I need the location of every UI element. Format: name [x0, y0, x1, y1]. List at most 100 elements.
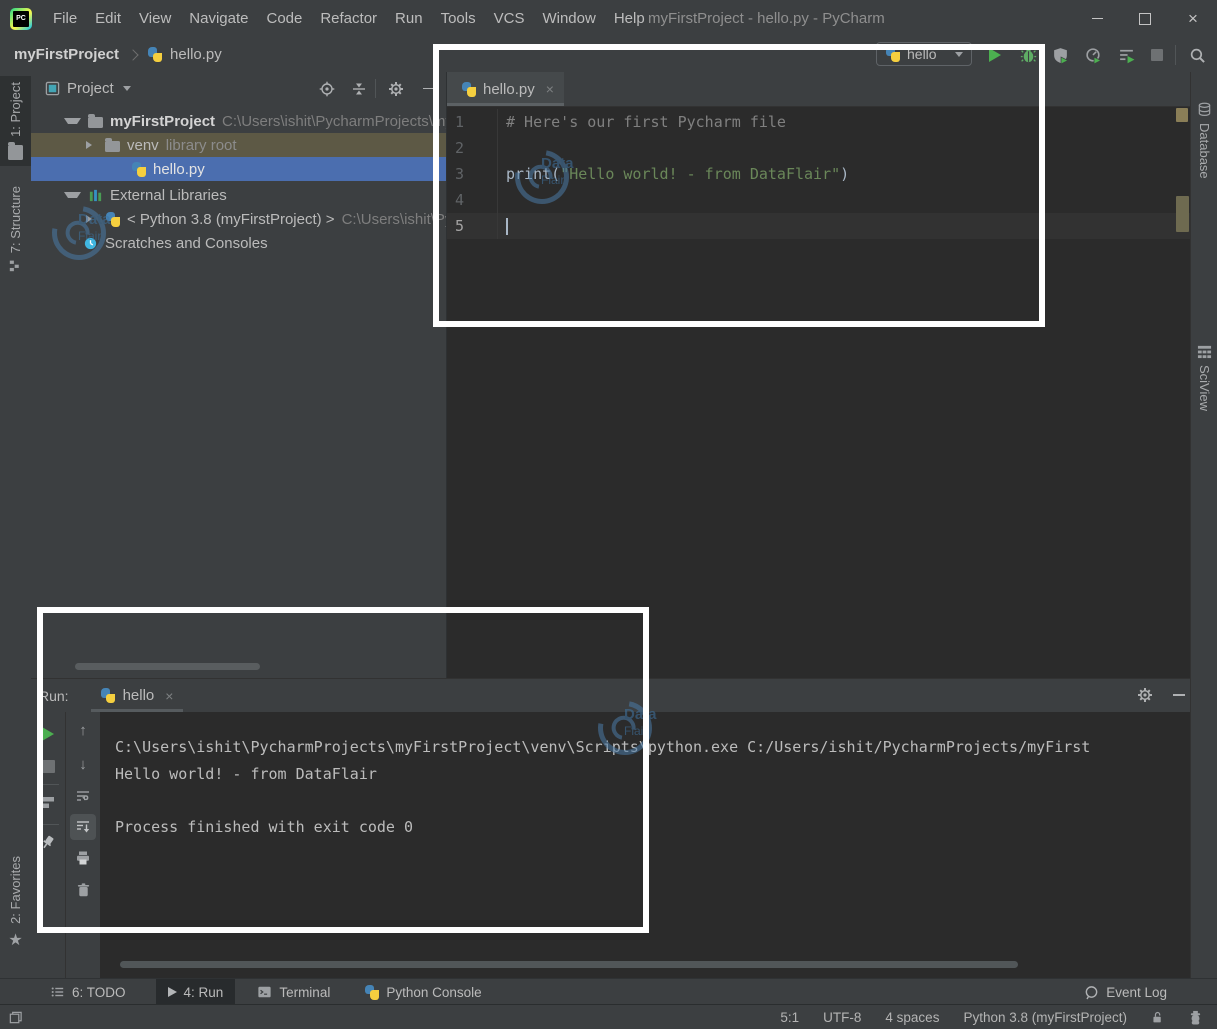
down-stack-trace-icon[interactable]: ↓ — [73, 754, 93, 774]
rerun-button[interactable] — [38, 724, 58, 744]
scroll-to-end-icon[interactable] — [70, 814, 96, 840]
bottom-tool-window-bar: 6: TODO 4: Run Terminal Python Console E… — [0, 978, 1217, 1005]
restore-layout-icon[interactable] — [38, 792, 58, 812]
chevron-expanded-icon[interactable] — [64, 118, 81, 124]
tool-window-toggle-icon[interactable] — [8, 1010, 23, 1025]
menu-window[interactable]: Window — [533, 0, 604, 37]
run-with-coverage-button[interactable] — [1051, 46, 1069, 64]
collapse-all-icon[interactable] — [350, 80, 367, 97]
code-line-5-active: 5 — [447, 213, 1190, 239]
python-icon — [101, 688, 116, 703]
project-view-selector[interactable]: Project — [45, 80, 131, 97]
project-tool-window: Project myFirstProject C:\Users\ishit\Py… — [31, 72, 447, 678]
code-area[interactable]: 1 # Here's our first Pycharm file 2 3 pr… — [447, 109, 1190, 239]
tree-row-venv[interactable]: venv library root — [31, 133, 446, 157]
menu-tools[interactable]: Tools — [432, 0, 485, 37]
pycharm-window: PC File Edit View Navigate Code Refactor… — [0, 0, 1217, 1029]
run-tab-hello[interactable]: hello × — [91, 679, 184, 712]
close-icon[interactable]: × — [546, 81, 554, 97]
chevron-collapsed-icon[interactable] — [86, 215, 98, 223]
tool-window-button-todo[interactable]: 6: TODO — [38, 979, 138, 1005]
menu-navigate[interactable]: Navigate — [180, 0, 257, 37]
menu-vcs[interactable]: VCS — [485, 0, 534, 37]
toolbar-separator — [1175, 45, 1176, 65]
lock-icon[interactable] — [1151, 1010, 1164, 1025]
tree-row-external-libraries[interactable]: External Libraries — [31, 183, 446, 207]
console-output[interactable]: C:\Users\ishit\PycharmProjects\myFirstPr… — [100, 712, 1190, 979]
run-left-toolbar — [31, 712, 66, 979]
tree-row-project-root[interactable]: myFirstProject C:\Users\ishit\PycharmPro… — [31, 109, 446, 133]
hide-panel-icon[interactable] — [1170, 686, 1188, 704]
run-button[interactable] — [986, 46, 1004, 64]
file-encoding[interactable]: UTF-8 — [823, 1010, 861, 1025]
run-configuration-select[interactable]: hello — [876, 42, 972, 66]
settings-gear-icon[interactable] — [1136, 686, 1154, 704]
caret-position[interactable]: 5:1 — [780, 1010, 799, 1025]
folder-icon — [8, 145, 23, 160]
breadcrumb-project[interactable]: myFirstProject — [14, 46, 119, 63]
horizontal-scrollbar[interactable] — [120, 961, 1018, 968]
python-interpreter[interactable]: Python 3.8 (myFirstProject) — [963, 1010, 1127, 1025]
error-stripe-mark[interactable] — [1176, 196, 1189, 232]
breadcrumb-file[interactable]: hello.py — [170, 46, 222, 63]
event-log-label: Event Log — [1106, 985, 1167, 1000]
tool-window-button-sciview[interactable]: SciView — [1191, 338, 1217, 417]
stop-button[interactable] — [1148, 46, 1166, 64]
close-button[interactable]: × — [1169, 0, 1217, 37]
tool-window-button-terminal[interactable]: Terminal — [245, 979, 342, 1005]
hide-panel-icon[interactable] — [420, 80, 437, 97]
favorites-stripe-label: 2: Favorites — [8, 856, 23, 924]
menu-run[interactable]: Run — [386, 0, 432, 37]
error-stripe-mark[interactable] — [1176, 108, 1188, 122]
up-stack-trace-icon[interactable]: ↑ — [73, 720, 93, 740]
search-everywhere-icon[interactable] — [1188, 46, 1206, 64]
maximize-button[interactable] — [1121, 0, 1169, 37]
debug-button[interactable] — [1019, 46, 1037, 64]
right-tool-window-stripe: Database SciView — [1190, 72, 1217, 978]
hector-inspections-icon[interactable] — [1188, 1010, 1203, 1025]
stop-button[interactable] — [38, 756, 58, 776]
settings-gear-icon[interactable] — [387, 80, 404, 97]
editor-tab-hello-py[interactable]: hello.py × — [447, 72, 564, 106]
tool-window-button-python-console[interactable]: Python Console — [352, 979, 493, 1005]
tree-label: venv — [127, 137, 159, 154]
tree-detail: C:\Users\ishit\Pychar — [342, 211, 446, 228]
menu-help[interactable]: Help — [605, 0, 654, 37]
indent-setting[interactable]: 4 spaces — [885, 1010, 939, 1025]
pycharm-logo-icon: PC — [10, 8, 32, 30]
tree-row-python-interpreter[interactable]: < Python 3.8 (myFirstProject) > C:\Users… — [31, 207, 446, 231]
tree-row-scratches[interactable]: Scratches and Consoles — [31, 231, 446, 255]
editor[interactable]: hello.py × 1 # Here's our first Pycharm … — [447, 72, 1190, 678]
chevron-collapsed-icon[interactable] — [86, 141, 98, 149]
menu-refactor[interactable]: Refactor — [311, 0, 386, 37]
tree-row-hello-py[interactable]: hello.py — [31, 157, 446, 181]
soft-wrap-icon[interactable] — [73, 786, 93, 806]
code-line-1: 1 # Here's our first Pycharm file — [447, 109, 1190, 135]
profiler-button[interactable] — [1084, 46, 1102, 64]
toolbar-separator — [375, 79, 376, 98]
menu-edit[interactable]: Edit — [86, 0, 130, 37]
tool-window-button-structure[interactable]: 7: Structure — [0, 180, 31, 278]
text-caret — [506, 218, 508, 235]
run-with-options-button[interactable] — [1117, 46, 1135, 64]
menu-view[interactable]: View — [130, 0, 180, 37]
close-icon[interactable]: × — [165, 688, 173, 704]
tool-window-button-favorites[interactable]: 2: Favorites ★ — [0, 850, 31, 956]
chevron-expanded-icon[interactable] — [64, 192, 81, 198]
event-log-button[interactable]: Event Log — [1072, 979, 1179, 1005]
print-icon[interactable] — [73, 848, 93, 868]
minimize-button[interactable] — [1073, 0, 1121, 37]
menu-code[interactable]: Code — [257, 0, 311, 37]
horizontal-scrollbar[interactable] — [75, 663, 260, 670]
tool-window-button-project[interactable]: 1: Project — [0, 76, 31, 166]
locate-file-icon[interactable] — [318, 80, 335, 97]
clear-all-trash-icon[interactable] — [73, 880, 93, 900]
tool-window-button-database[interactable]: Database — [1191, 96, 1217, 185]
database-stripe-label: Database — [1197, 123, 1212, 179]
menu-file[interactable]: File — [44, 0, 86, 37]
chevron-down-icon — [123, 86, 131, 91]
pin-tab-icon[interactable] — [38, 832, 58, 852]
code-line-3: 3 print("Hello world! - from DataFlair") — [447, 161, 1190, 187]
project-panel-header: Project — [31, 72, 446, 105]
tool-window-button-run[interactable]: 4: Run — [156, 979, 236, 1005]
